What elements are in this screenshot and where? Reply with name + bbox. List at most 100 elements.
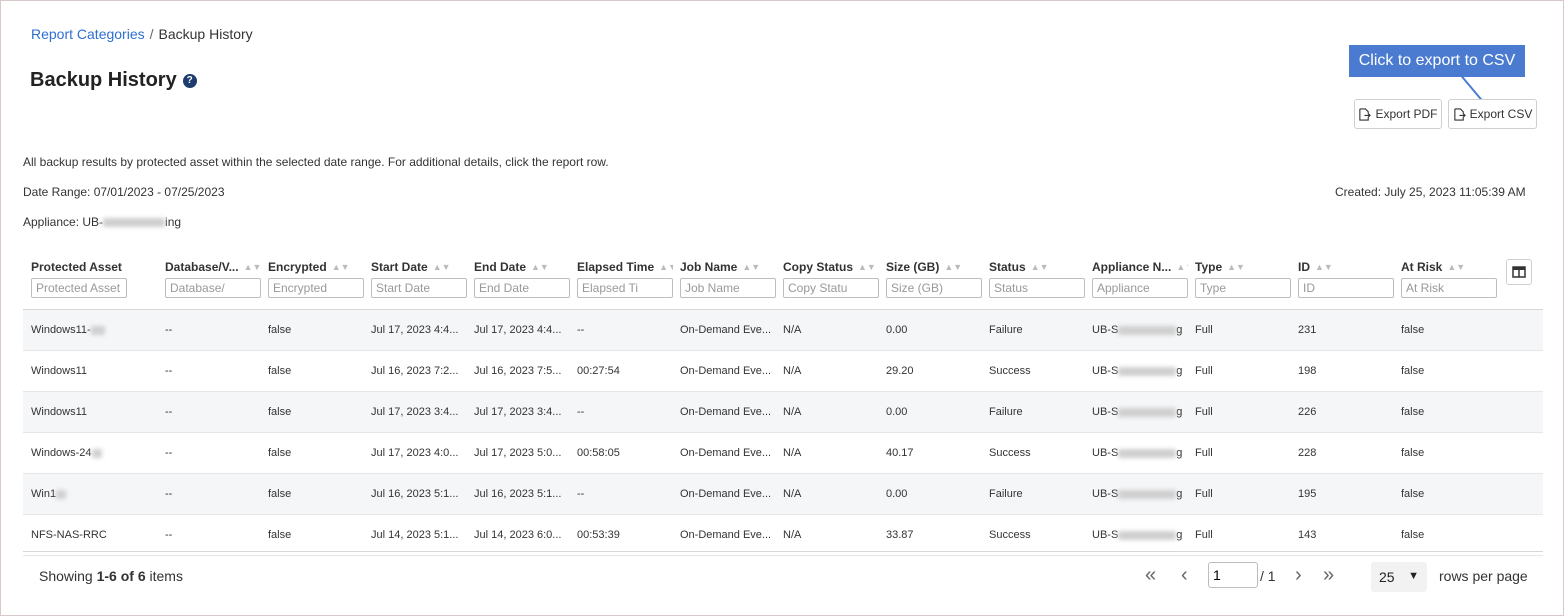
cell-suffix: g — [1176, 406, 1183, 418]
column-filter-input[interactable] — [680, 278, 776, 298]
column-filter-input[interactable] — [1092, 278, 1188, 298]
table-cell: Full — [1195, 351, 1287, 391]
sort-icon[interactable]: ▲▼ — [1031, 262, 1049, 272]
rows-per-page-select[interactable]: 25 ▼ — [1371, 562, 1427, 592]
column-header: Protected Asset▲▼ — [31, 259, 127, 298]
column-chooser-button[interactable] — [1506, 259, 1532, 285]
sort-icon[interactable]: ▲▼ — [1227, 262, 1245, 272]
column-header-label[interactable]: Elapsed Time ▲▼ — [577, 259, 673, 275]
cell-suffix: g — [1176, 324, 1183, 336]
column-header-label[interactable]: Encrypted ▲▼ — [268, 259, 364, 275]
table-row[interactable]: Windows11 -- false Jul 16, 2023 7:2... Jul 1… — [23, 351, 1543, 392]
column-filter-input[interactable] — [577, 278, 673, 298]
cell-value: -- — [165, 365, 173, 377]
sort-icon[interactable]: ▲▼ — [531, 262, 549, 272]
column-header-label[interactable]: Database/V... ▲▼ — [165, 259, 261, 275]
column-header: At Risk ▲▼ — [1401, 259, 1497, 298]
cell-value: -- — [165, 324, 173, 336]
cell-value: 40.17 — [886, 447, 914, 459]
column-header-label[interactable]: Protected Asset▲▼ — [31, 259, 127, 275]
table-cell: Jul 17, 2023 3:4... — [474, 392, 566, 432]
cell-value: On-Demand Eve... — [680, 406, 772, 418]
column-filter-input[interactable] — [31, 278, 127, 298]
cell-value: 0.00 — [886, 488, 908, 500]
column-header-label[interactable]: Size (GB) ▲▼ — [886, 259, 982, 275]
column-filter-input[interactable] — [783, 278, 879, 298]
column-header-label[interactable]: Job Name ▲▼ — [680, 259, 776, 275]
column-filter-input[interactable] — [268, 278, 364, 298]
sort-icon[interactable]: ▲▼ — [1176, 262, 1188, 272]
table-row[interactable]: Windows-24 -- false Jul 17, 2023 4:0... Jul … — [23, 433, 1543, 474]
table-cell: Jul 17, 2023 3:4... — [371, 392, 463, 432]
table-body: Windows11- -- false Jul 17, 2023 4:4... Jul … — [23, 310, 1543, 556]
sort-icon[interactable]: ▲▼ — [742, 262, 760, 272]
sort-icon[interactable]: ▲▼ — [1315, 262, 1333, 272]
table-cell: 143 — [1298, 515, 1390, 555]
sort-icon[interactable]: ▲▼ — [659, 262, 673, 272]
column-filter-input[interactable] — [371, 278, 467, 298]
table-cell: false — [1401, 351, 1493, 391]
column-header-label[interactable]: Appliance N... ▲▼ — [1092, 259, 1188, 275]
first-page-icon[interactable]: « — [1145, 564, 1156, 586]
redacted-text — [1118, 448, 1177, 458]
cell-value: Jul 16, 2023 7:2... — [371, 365, 459, 377]
cell-value: -- — [165, 447, 173, 459]
sort-icon[interactable]: ▲▼ — [244, 262, 261, 272]
export-pdf-button[interactable]: Export PDF — [1354, 99, 1442, 129]
table-cell: Windows11 — [31, 351, 123, 391]
sort-icon[interactable]: ▲▼ — [1447, 262, 1465, 272]
column-header-text: Elapsed Time — [577, 260, 655, 274]
column-header-label[interactable]: ID ▲▼ — [1298, 259, 1394, 275]
column-filter-input[interactable] — [1195, 278, 1291, 298]
table-row[interactable]: NFS-NAS-RRC -- false Jul 14, 2023 5:1... Jul… — [23, 515, 1543, 556]
previous-page-icon[interactable]: ‹ — [1181, 564, 1188, 586]
page-number-input[interactable] — [1208, 562, 1258, 588]
last-page-icon[interactable]: » — [1323, 564, 1334, 586]
column-header-label[interactable]: Status ▲▼ — [989, 259, 1085, 275]
column-header-label[interactable]: At Risk ▲▼ — [1401, 259, 1497, 275]
sort-icon[interactable]: ▲▼ — [858, 262, 876, 272]
column-filter-input[interactable] — [989, 278, 1085, 298]
export-csv-button[interactable]: Export CSV — [1448, 99, 1537, 129]
column-filter-input[interactable] — [1298, 278, 1394, 298]
table-cell: N/A — [783, 474, 875, 514]
cell-value: Jul 14, 2023 5:1... — [371, 529, 459, 541]
column-header: Status ▲▼ — [989, 259, 1085, 298]
next-page-icon[interactable]: › — [1295, 564, 1302, 586]
table-row[interactable]: Win1 -- false Jul 16, 2023 5:1... Jul 16, 20… — [23, 474, 1543, 515]
column-filter-input[interactable] — [886, 278, 982, 298]
table-cell: Windows11 — [31, 392, 123, 432]
sort-icon[interactable]: ▲▼ — [332, 262, 350, 272]
question-circle-icon[interactable]: ? — [182, 73, 197, 88]
breadcrumb-report-categories-link[interactable]: Report Categories — [31, 26, 145, 42]
cell-value: false — [1401, 406, 1425, 418]
table-cell: 00:53:39 — [577, 515, 669, 555]
column-header-label[interactable]: Start Date ▲▼ — [371, 259, 467, 275]
sort-icon[interactable]: ▲▼ — [433, 262, 451, 272]
page-total: / 1 — [1260, 568, 1276, 584]
table-cell: N/A — [783, 351, 875, 391]
cell-value: false — [268, 488, 292, 500]
cell-value: 29.20 — [886, 365, 914, 377]
table-row[interactable]: Windows11- -- false Jul 17, 2023 4:4... Jul … — [23, 310, 1543, 351]
table-row[interactable]: Windows11 -- false Jul 17, 2023 3:4... Jul 1… — [23, 392, 1543, 433]
column-header-text: Job Name — [680, 260, 738, 274]
column-header: Type ▲▼ — [1195, 259, 1291, 298]
table-footer: Showing 1-6 of 6 items « ‹ / 1 › » 25 ▼ … — [23, 551, 1543, 600]
table-cell: N/A — [783, 392, 875, 432]
column-filter-input[interactable] — [165, 278, 261, 298]
column-filter-input[interactable] — [1401, 278, 1497, 298]
table-cell: -- — [577, 310, 669, 350]
export-pdf-label: Export PDF — [1375, 107, 1438, 121]
sort-icon[interactable]: ▲▼ — [944, 262, 962, 272]
column-header: Database/V... ▲▼ — [165, 259, 261, 298]
column-header-label[interactable]: Copy Status ▲▼ — [783, 259, 879, 275]
table-cell: Full — [1195, 515, 1287, 555]
cell-value: 228 — [1298, 447, 1317, 459]
column-header-label[interactable]: Type ▲▼ — [1195, 259, 1291, 275]
column-filter-input[interactable] — [474, 278, 570, 298]
column-header-label[interactable]: End Date ▲▼ — [474, 259, 570, 275]
table-cell: Failure — [989, 310, 1081, 350]
table-cell: 228 — [1298, 433, 1390, 473]
table-cell: Jul 17, 2023 4:0... — [371, 433, 463, 473]
